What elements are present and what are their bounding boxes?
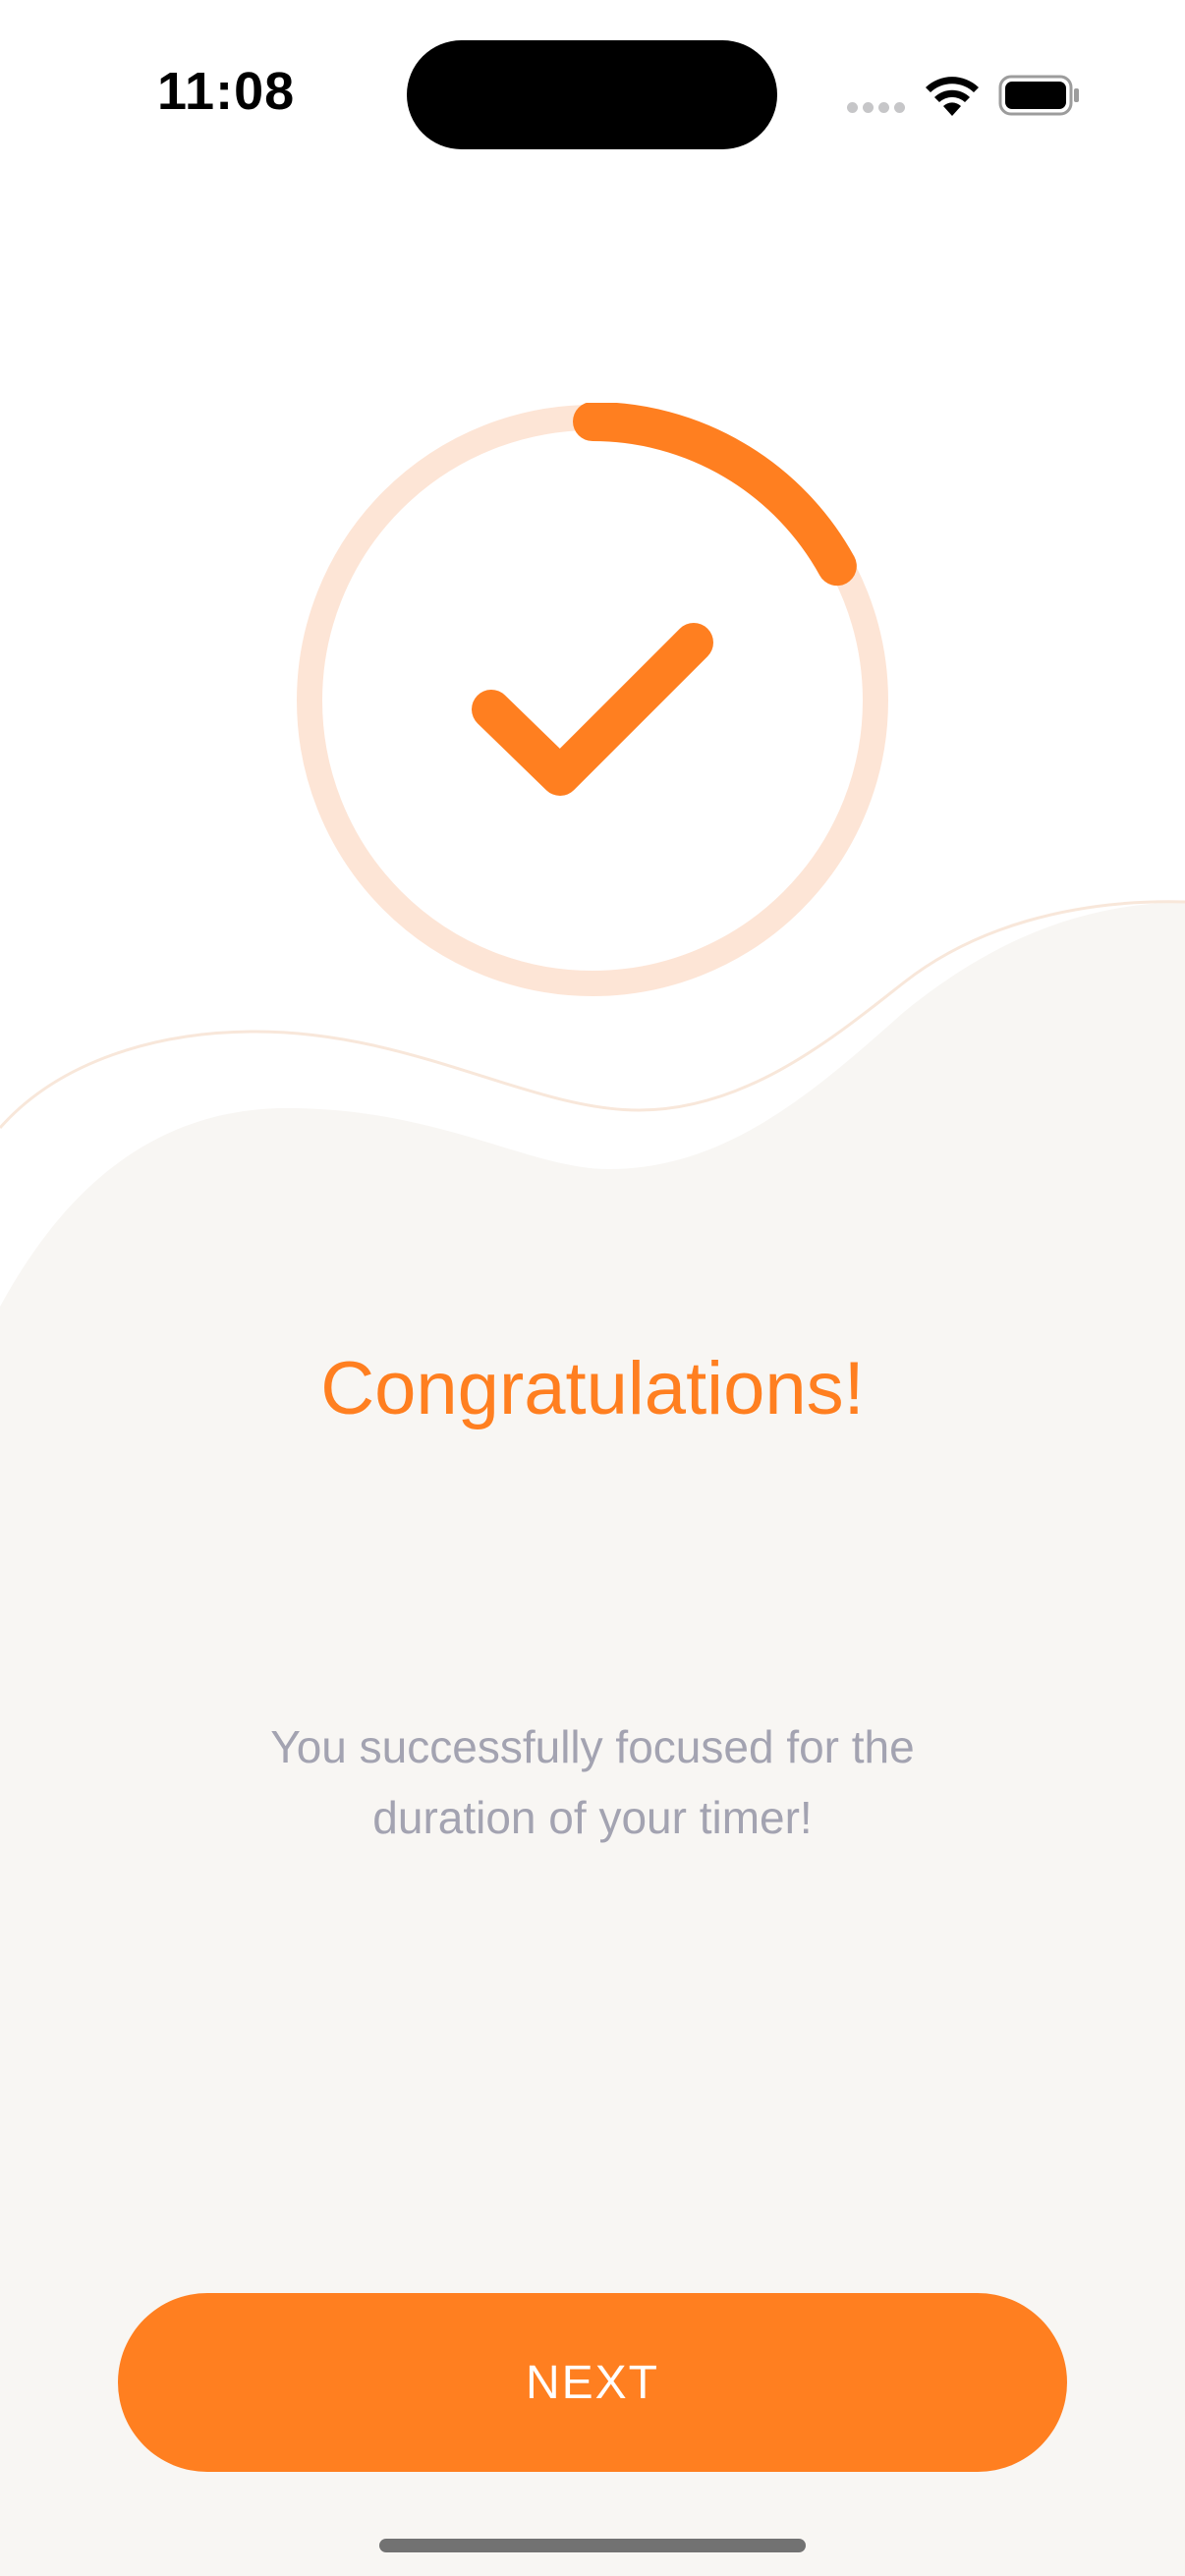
session-complete-screen: 11:08 Congratulations! You successfully … <box>0 0 1185 2576</box>
home-indicator[interactable] <box>379 2539 806 2552</box>
background-wave <box>0 900 1185 2576</box>
status-time: 11:08 <box>157 62 296 121</box>
next-button[interactable]: NEXT <box>118 2293 1067 2472</box>
wifi-icon <box>926 77 979 116</box>
completion-message: You successfully focused for the duratio… <box>270 1721 915 1843</box>
progress-ring <box>297 403 888 996</box>
dynamic-island <box>407 40 777 149</box>
progress-ring-arc <box>573 403 857 587</box>
checkmark-icon <box>472 623 713 796</box>
battery-icon <box>998 75 1079 116</box>
next-button-label: NEXT <box>525 2356 659 2409</box>
completion-title: Congratulations! <box>320 1347 865 1430</box>
cellular-signal-icon <box>847 102 906 114</box>
